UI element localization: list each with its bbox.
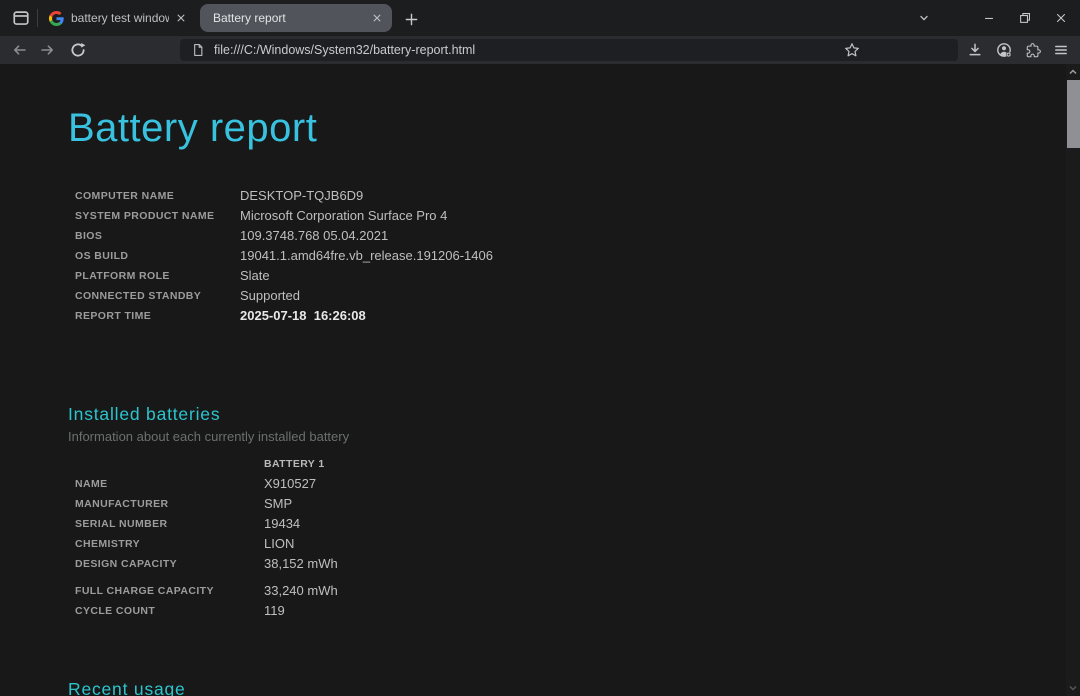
table-row: REPORT TIME2025-07-18 16:26:08	[75, 306, 1080, 326]
table-row: CYCLE COUNT119	[75, 601, 1080, 621]
tab-organize-icon[interactable]	[8, 6, 34, 30]
row-value: Microsoft Corporation Surface Pro 4	[240, 206, 1080, 226]
section-heading-recent-usage: Recent usage	[68, 679, 1080, 696]
refresh-icon[interactable]	[66, 38, 90, 62]
row-value: SMP	[264, 494, 1080, 514]
row-label: NAME	[75, 474, 264, 494]
table-row: NAMEX910527	[75, 474, 1080, 494]
table-row: MANUFACTURERSMP	[75, 494, 1080, 514]
table-row: OS BUILD19041.1.amd64fre.vb_release.1912…	[75, 246, 1080, 266]
row-label: DESIGN CAPACITY	[75, 554, 264, 574]
row-value: 19041.1.amd64fre.vb_release.191206-1406	[240, 246, 1080, 266]
row-label: CYCLE COUNT	[75, 601, 264, 621]
browser-window: battery test windows 10 - Goog Battery r…	[0, 0, 1080, 696]
row-value: Supported	[240, 286, 1080, 306]
row-value: 19434	[264, 514, 1080, 534]
row-label: COMPUTER NAME	[75, 186, 240, 206]
row-label: MANUFACTURER	[75, 494, 264, 514]
table-row: BIOS109.3748.768 05.04.2021	[75, 226, 1080, 246]
table-row: FULL CHARGE CAPACITY33,240 mWh	[75, 581, 1080, 601]
table-row: CHEMISTRYLION	[75, 534, 1080, 554]
row-label: PLATFORM ROLE	[75, 266, 240, 286]
section-subtitle: Information about each currently install…	[68, 429, 1080, 444]
tab-battery-report-active[interactable]: Battery report	[200, 4, 392, 32]
table-row: PLATFORM ROLESlate	[75, 266, 1080, 286]
tab-close-icon[interactable]	[173, 10, 189, 26]
table-spacer	[75, 574, 1080, 581]
google-favicon-icon	[49, 11, 64, 26]
tab-strip: battery test windows 10 - Goog Battery r…	[0, 0, 1080, 36]
report-time-value: 2025-07-18 16:26:08	[240, 306, 1080, 326]
tab-title: battery test windows 10 - Goog	[71, 11, 169, 25]
vertical-scrollbar[interactable]	[1066, 64, 1080, 696]
tab-battery-test-search[interactable]: battery test windows 10 - Goog	[40, 4, 196, 32]
extensions-puzzle-icon[interactable]	[1021, 38, 1045, 62]
system-info-table: COMPUTER NAMEDESKTOP-TQJB6D9 SYSTEM PROD…	[75, 186, 1080, 326]
table-row: DESIGN CAPACITY38,152 mWh	[75, 554, 1080, 574]
row-value: LION	[264, 534, 1080, 554]
back-icon[interactable]	[7, 38, 31, 62]
table-header-row: BATTERY 1	[75, 454, 1080, 474]
row-value: 33,240 mWh	[264, 581, 1080, 601]
table-row: SERIAL NUMBER19434	[75, 514, 1080, 534]
scroll-down-icon[interactable]	[1066, 681, 1080, 695]
tab-strip-divider	[37, 9, 38, 27]
row-value: 119	[264, 601, 1080, 621]
row-label: BIOS	[75, 226, 240, 246]
row-label: CONNECTED STANDBY	[75, 286, 240, 306]
tab-close-icon[interactable]	[369, 10, 385, 26]
row-label: FULL CHARGE CAPACITY	[75, 581, 264, 601]
row-label: CHEMISTRY	[75, 534, 264, 554]
scrollbar-thumb[interactable]	[1067, 80, 1080, 148]
window-minimize-icon[interactable]	[969, 1, 1009, 34]
browser-toolbar: file:///C:/Windows/System32/battery-repo…	[0, 36, 1080, 64]
bookmark-star-icon[interactable]	[842, 40, 862, 60]
installed-batteries-table: BATTERY 1 NAMEX910527 MANUFACTURERSMP SE…	[75, 454, 1080, 621]
row-label: SYSTEM PRODUCT NAME	[75, 206, 240, 226]
table-row: COMPUTER NAMEDESKTOP-TQJB6D9	[75, 186, 1080, 206]
menu-icon[interactable]	[1049, 38, 1073, 62]
profile-avatar-icon[interactable]	[992, 38, 1016, 62]
new-tab-icon[interactable]	[399, 7, 423, 31]
row-value: 109.3748.768 05.04.2021	[240, 226, 1080, 246]
page-content: Battery report COMPUTER NAMEDESKTOP-TQJB…	[0, 64, 1080, 696]
column-header: BATTERY 1	[264, 454, 1080, 474]
address-bar[interactable]: file:///C:/Windows/System32/battery-repo…	[180, 39, 958, 61]
row-label: OS BUILD	[75, 246, 240, 266]
window-close-icon[interactable]	[1041, 1, 1080, 34]
row-value: 38,152 mWh	[264, 554, 1080, 574]
scroll-up-icon[interactable]	[1066, 65, 1080, 79]
row-label: SERIAL NUMBER	[75, 514, 264, 534]
downloads-icon[interactable]	[963, 38, 987, 62]
row-value: X910527	[264, 474, 1080, 494]
tab-title: Battery report	[213, 11, 365, 25]
forward-icon[interactable]	[36, 38, 60, 62]
page-title: Battery report	[68, 100, 1080, 156]
window-restore-icon[interactable]	[1005, 1, 1045, 34]
row-label: REPORT TIME	[75, 306, 240, 326]
section-heading-installed-batteries: Installed batteries	[68, 404, 1080, 425]
page-file-icon	[191, 43, 205, 57]
table-row: CONNECTED STANDBYSupported	[75, 286, 1080, 306]
row-value: DESKTOP-TQJB6D9	[240, 186, 1080, 206]
table-row: SYSTEM PRODUCT NAMEMicrosoft Corporation…	[75, 206, 1080, 226]
row-value: Slate	[240, 266, 1080, 286]
tab-list-chevron-down-icon[interactable]	[904, 1, 944, 34]
